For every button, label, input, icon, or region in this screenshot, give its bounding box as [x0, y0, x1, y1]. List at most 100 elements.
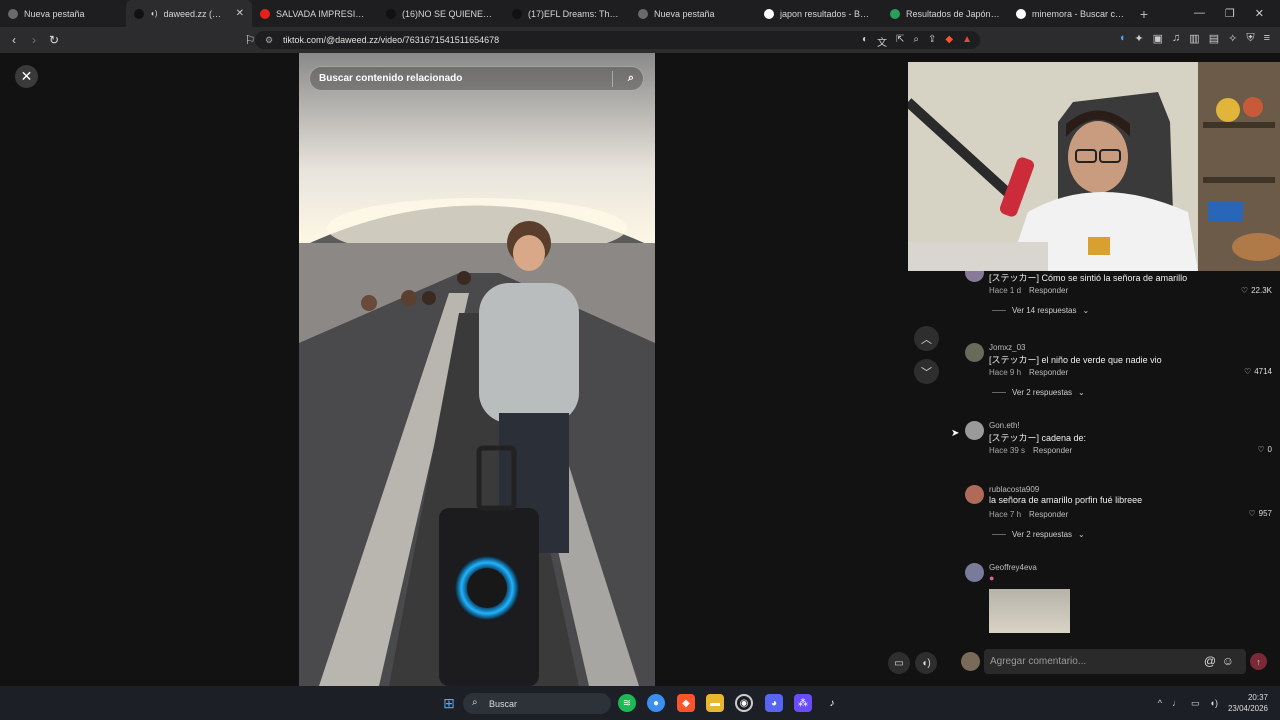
avatar[interactable] [965, 271, 984, 282]
reply-button[interactable]: Responder [1029, 510, 1068, 519]
spotify-icon[interactable]: ≋ [618, 694, 636, 712]
comment-username[interactable]: Gon.eth! [989, 421, 1020, 430]
mention-icon[interactable]: @ [1204, 654, 1216, 668]
like-button[interactable]: ♡ 4714 [1244, 367, 1272, 376]
reload-icon[interactable]: ↻ [44, 33, 64, 47]
search-icon: ⌕ [472, 697, 478, 708]
tab-7[interactable]: Resultados de Japón - Fútb [882, 0, 1008, 27]
tab-2[interactable]: SALVADA IMPRESIONANTE [252, 0, 378, 27]
translate-icon[interactable]: 文 [877, 34, 887, 49]
menu-icon[interactable]: ≡ [1264, 32, 1270, 45]
post-comment-button[interactable]: ↑ [1250, 653, 1267, 670]
previous-video-button[interactable]: ︿ [914, 326, 939, 351]
comment-username[interactable]: Jomxz_03 [989, 343, 1025, 352]
view-replies-button[interactable]: Ver 14 respuestas ⌄ [992, 306, 1089, 315]
chrome-icon[interactable]: ● [647, 694, 665, 712]
comment-item: Geoffrey4eva ● [960, 563, 1280, 633]
related-search-input[interactable]: Buscar contenido relacionado ⌕ [309, 66, 644, 91]
speaker-icon[interactable]: ◖) [1210, 698, 1218, 708]
screenshot-icon[interactable]: ▣ [1153, 32, 1163, 45]
like-button[interactable]: ♡ 957 [1248, 509, 1272, 518]
volume-icon: ◖) [921, 657, 931, 669]
windows-start-icon[interactable]: ⊞ [440, 694, 458, 712]
tab-0[interactable]: Nueva pestaña [0, 0, 126, 27]
related-search-placeholder: Buscar contenido relacionado [319, 73, 463, 84]
google-icon [764, 8, 774, 19]
avatar[interactable] [965, 563, 984, 582]
view-replies-button[interactable]: Ver 2 respuestas ⌄ [992, 388, 1085, 397]
heart-icon: ♡ [1257, 445, 1265, 454]
brave-shield-icon[interactable]: ◆ [945, 34, 953, 49]
steam-icon[interactable]: ◉ [735, 694, 753, 712]
brave-rewards-icon[interactable]: ▲ [962, 34, 972, 49]
tab-5[interactable]: Nueva pestaña [630, 0, 756, 27]
site-info-icon[interactable]: ⚙ [265, 35, 273, 46]
tab-3[interactable]: (16)NO SE QUIENES SEAN [378, 0, 504, 27]
file-explorer-icon[interactable]: ▬ [706, 694, 724, 712]
emoji-icon[interactable]: ☺ [1222, 654, 1234, 668]
comment-text: la señora de amarillo porfin fué libreee [989, 495, 1143, 505]
vpn-icon[interactable]: ⛨ [1246, 32, 1254, 45]
comment-username[interactable]: Geoffrey4eva [989, 563, 1037, 572]
close-tab-icon[interactable]: ✕ [236, 8, 244, 19]
reply-button[interactable]: Responder [1033, 446, 1072, 455]
close-video-button[interactable]: ✕ [15, 65, 38, 88]
chevron-up-icon[interactable]: ^ [1158, 698, 1162, 708]
close-window-icon[interactable]: ✕ [1255, 7, 1264, 20]
discord-icon[interactable]: ◕ [765, 694, 783, 712]
next-video-button[interactable]: ﹀ [914, 359, 939, 384]
tiktok-icon[interactable]: ♪ [823, 694, 841, 712]
network-icon[interactable]: ▭ [1191, 698, 1200, 709]
comment-username[interactable]: rublacosta909 [989, 485, 1039, 494]
view-replies-button[interactable]: Ver 2 respuestas ⌄ [992, 530, 1085, 539]
shield-icon [638, 8, 648, 19]
wallet-icon[interactable]: ▤ [1209, 32, 1219, 45]
avatar[interactable] [965, 485, 984, 504]
avatar[interactable] [965, 421, 984, 440]
like-button[interactable]: ♡ 0 [1257, 445, 1272, 454]
like-button[interactable]: ♡ 22.3K [1241, 286, 1272, 295]
restore-icon[interactable]: ❐ [1225, 7, 1235, 20]
volume-button[interactable]: ◖) [915, 652, 937, 674]
comment-text: [ステッカー] el niño de verde que nadie vio [989, 355, 1162, 365]
tab-1[interactable]: ◖) daweed.zz (@daw ✕ [126, 0, 252, 27]
view-replies-label: Ver 2 respuestas [1012, 530, 1073, 539]
avatar[interactable] [965, 343, 984, 362]
music-icon[interactable]: ♫ [1172, 32, 1180, 45]
comment-time: Hace 9 h [989, 368, 1022, 377]
apps-grid-icon[interactable]: ⁂ [794, 694, 812, 712]
comment-item: [ステッカー] Cómo se sintió la señora de amar… [960, 271, 1280, 341]
search-icon[interactable]: ⌕ [628, 72, 634, 85]
video-player[interactable]: Buscar contenido relacionado ⌕ [299, 53, 655, 686]
taskbar-search[interactable]: ⌕ Buscar [463, 693, 611, 714]
picture-in-picture-button[interactable]: ▭ [888, 652, 910, 674]
clock[interactable]: 20:37 23/04/2026 [1228, 692, 1268, 714]
microphone-icon[interactable]: ♩ [1172, 698, 1181, 708]
mouse-cursor-icon: ➤ [951, 428, 960, 439]
view-replies-label: Ver 14 respuestas [1012, 306, 1077, 315]
address-bar[interactable]: ⚙ tiktok.com/@daweed.zz/video/7631671541… [255, 31, 980, 49]
comment-image[interactable] [989, 589, 1070, 633]
brave-icon[interactable]: ◆ [677, 694, 695, 712]
extensions-icon[interactable]: ✦ [1134, 32, 1143, 45]
tab-6[interactable]: japon resultados - Buscar [756, 0, 882, 27]
tab-strip: Nueva pestaña ◖) daweed.zz (@daw ✕ SALVADA I… [0, 0, 1280, 27]
tab-4[interactable]: (17)EFL Dreams: Then and [504, 0, 630, 27]
like-count: 957 [1258, 509, 1272, 518]
sidebar-icon[interactable]: ▥ [1189, 32, 1199, 45]
audio-icon[interactable]: ◖ [1119, 32, 1126, 45]
zoom-icon[interactable]: ⌕ [913, 34, 919, 49]
tab-audio-icon[interactable]: ◖) [150, 9, 158, 18]
open-external-icon[interactable]: ⇱ [896, 34, 904, 49]
reply-button[interactable]: Responder [1029, 368, 1068, 377]
forward-icon[interactable]: › [24, 33, 44, 47]
reader-icon[interactable]: ◐ [862, 34, 868, 49]
comment-input[interactable]: Agregar comentario... @ ☺ [984, 649, 1246, 674]
minimize-icon[interactable]: — [1194, 7, 1205, 20]
tab-8[interactable]: minemora - Buscar con G [1008, 0, 1134, 27]
new-tab-button[interactable]: + [1134, 6, 1154, 22]
share-icon[interactable]: ⇪ [928, 34, 936, 49]
leo-ai-icon[interactable]: ✧ [1228, 32, 1237, 45]
reply-button[interactable]: Responder [1029, 286, 1068, 295]
back-icon[interactable]: ‹ [4, 33, 24, 47]
